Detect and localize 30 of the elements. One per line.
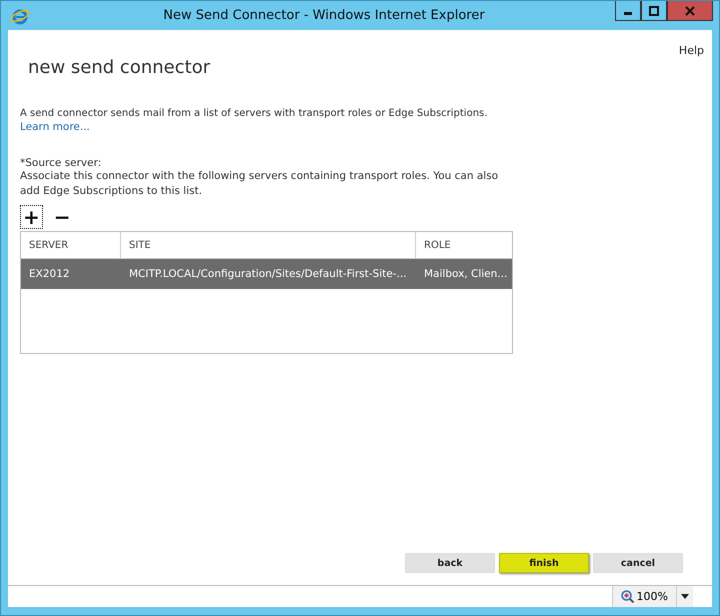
table-cell-text: EX2012 xyxy=(28,268,71,280)
field-label: *Source server: xyxy=(20,157,102,169)
column-header[interactable]: SITE xyxy=(121,232,416,258)
page-heading: new send connector xyxy=(28,57,212,78)
window-title: New Send Connector - Windows Internet Explorer xyxy=(162,8,486,23)
zoom-control[interactable]: 100% xyxy=(612,586,677,607)
wizard-button[interactable]: cancel xyxy=(593,553,683,573)
zoom-icon xyxy=(620,590,634,603)
learn-more-link[interactable]: Learn more... xyxy=(20,121,90,133)
maximize-icon xyxy=(649,6,659,16)
description-text: A send connector sends mail from a list of servers with transport roles or Edge Subscriptions. xyxy=(20,108,488,119)
table-cell-text: MCITP.LOCAL/Configuration/Sites/Default-First-Site-... xyxy=(128,268,408,280)
wizard-button[interactable]: back xyxy=(405,553,495,573)
browser-logo-icon xyxy=(11,6,29,24)
remove-button[interactable]: − xyxy=(50,205,74,229)
add-button[interactable]: + xyxy=(20,205,43,229)
table-cell-text: Mailbox, Clien... xyxy=(423,268,508,280)
caret-icon xyxy=(681,594,689,599)
finish-button[interactable]: finish xyxy=(499,553,589,573)
close-icon xyxy=(685,6,695,16)
field-description: Associate this connector with the following servers containing transport roles. You can also add Edge Subscriptions to this list. xyxy=(20,169,500,199)
maximize-button[interactable] xyxy=(641,1,667,21)
minimize-button[interactable] xyxy=(615,1,641,21)
column-header[interactable]: ROLE xyxy=(416,232,512,258)
help-link[interactable]: Help xyxy=(678,44,704,57)
close-button[interactable] xyxy=(667,1,713,21)
minimize-icon xyxy=(624,12,632,15)
table-row[interactable]: EX2012 MCITP.LOCAL/Configuration/Sites/Default-First-Site-... Mailbox, Clien... xyxy=(21,259,512,289)
column-header[interactable]: SERVER xyxy=(21,232,121,258)
zoom-dropdown-button[interactable] xyxy=(677,586,693,607)
